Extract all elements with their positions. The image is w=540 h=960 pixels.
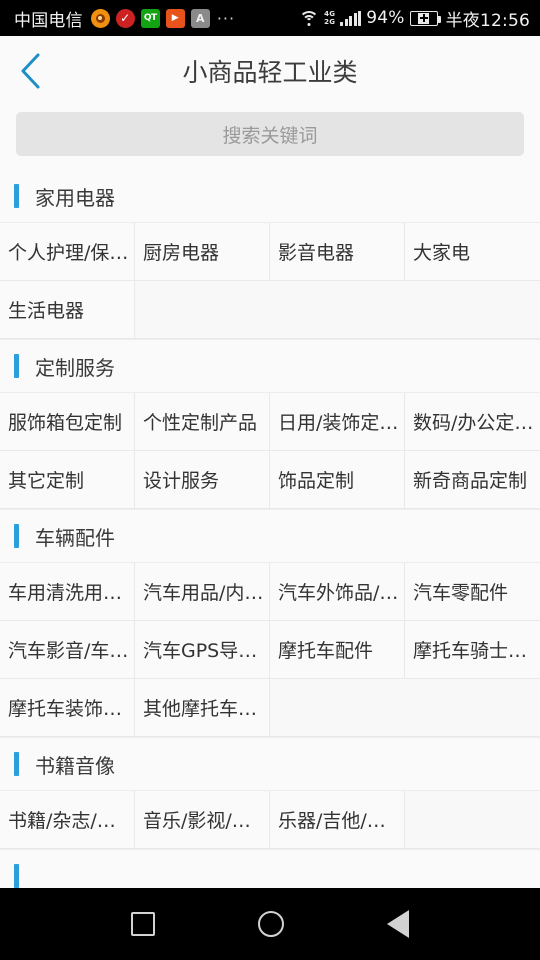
category-grid: 书籍/杂志/… 音乐/影视/… 乐器/吉他/… bbox=[0, 791, 540, 850]
section-title: 车辆配件 bbox=[35, 525, 115, 550]
back-button[interactable] bbox=[0, 36, 60, 106]
battery-charging-icon bbox=[409, 10, 441, 26]
system-nav-bar bbox=[0, 888, 540, 960]
category-cell-empty bbox=[405, 791, 540, 849]
category-cell[interactable]: 乐器/吉他/… bbox=[270, 791, 405, 849]
carrier-label: 中国电信 bbox=[14, 10, 83, 31]
category-cell[interactable]: 汽车影音/车… bbox=[0, 621, 135, 679]
network-type-label: 4G 2G bbox=[324, 10, 335, 26]
category-grid: 车用清洗用… 汽车用品/内… 汽车外饰品/… 汽车零配件 汽车影音/车… 汽车GPS导… 摩… bbox=[0, 563, 540, 738]
category-cell[interactable]: 服饰箱包定制 bbox=[0, 393, 135, 451]
home-circle-icon[interactable] bbox=[257, 911, 284, 937]
more-icons-ellipsis: ··· bbox=[216, 8, 236, 28]
section-header: 书籍音像 bbox=[0, 738, 540, 791]
category-cell[interactable]: 车用清洗用… bbox=[0, 563, 135, 621]
category-cell[interactable]: 其他摩托车… bbox=[135, 679, 270, 737]
category-cell[interactable]: 生活电器 bbox=[0, 281, 135, 339]
search-input[interactable]: 搜索关键词 bbox=[16, 112, 524, 156]
category-cell[interactable]: 汽车GPS导… bbox=[135, 621, 270, 679]
category-cell[interactable]: 个性定制产品 bbox=[135, 393, 270, 451]
category-cell-empty bbox=[135, 281, 270, 339]
chevron-left-icon bbox=[21, 53, 40, 89]
category-cell[interactable]: 日用/装饰定… bbox=[270, 393, 405, 451]
category-cell[interactable]: 其它定制 bbox=[0, 451, 135, 509]
app-bar: 小商品轻工业类 bbox=[0, 36, 540, 106]
wifi-icon bbox=[299, 10, 320, 26]
section-header: 定制服务 bbox=[0, 340, 540, 393]
category-grid: 个人护理/保… 厨房电器 影音电器 大家电生活电器 bbox=[0, 223, 540, 340]
category-cell[interactable]: 新奇商品定制 bbox=[405, 451, 540, 509]
category-cell[interactable]: 数码/办公定… bbox=[405, 393, 540, 451]
section-title: 家用电器 bbox=[35, 185, 115, 210]
category-scroll-area[interactable]: 家用电器个人护理/保… 厨房电器 影音电器 大家电生活电器定制服务服饰箱包定制 个性定制… bbox=[0, 170, 540, 948]
clock-label: 半夜12:56 bbox=[445, 10, 530, 31]
status-bar: 中国电信 ✓ QT ▶ A ··· 4G 2G 94% 半夜12:56 bbox=[0, 0, 540, 36]
app-root: 中国电信 ✓ QT ▶ A ··· 4G 2G 94% 半夜12:56 小商品轻… bbox=[0, 0, 540, 960]
category-cell[interactable]: 饰品定制 bbox=[270, 451, 405, 509]
section-accent-bar bbox=[14, 524, 19, 548]
section-title: 书籍音像 bbox=[35, 753, 115, 778]
section-accent-bar bbox=[14, 864, 19, 888]
section-accent-bar bbox=[14, 354, 19, 378]
category-cell[interactable]: 汽车用品/内… bbox=[135, 563, 270, 621]
category-cell-empty bbox=[405, 679, 540, 737]
category-grid: 服饰箱包定制 个性定制产品 日用/装饰定… 数码/办公定… 其它定制 设计服务 饰品定制 新奇… bbox=[0, 393, 540, 510]
status-bar-right: 4G 2G 94% 半夜12:56 bbox=[299, 6, 530, 31]
recents-square-icon[interactable] bbox=[131, 912, 156, 936]
category-cell[interactable]: 厨房电器 bbox=[135, 223, 270, 281]
section-accent-bar bbox=[14, 184, 19, 208]
page-title: 小商品轻工业类 bbox=[182, 58, 358, 87]
signal-bars-icon bbox=[340, 10, 362, 26]
category-cell[interactable]: 书籍/杂志/… bbox=[0, 791, 135, 849]
category-cell-empty bbox=[270, 281, 405, 339]
section-header: 家用电器 bbox=[0, 170, 540, 223]
category-cell-empty bbox=[405, 281, 540, 339]
category-cell[interactable]: 音乐/影视/… bbox=[135, 791, 270, 849]
network-type-top: 4G bbox=[324, 10, 336, 18]
category-cell[interactable]: 个人护理/保… bbox=[0, 223, 135, 281]
status-bar-left: 中国电信 ✓ QT ▶ A ··· bbox=[14, 6, 235, 31]
category-cell[interactable]: 汽车零配件 bbox=[405, 563, 540, 621]
qt-app-icon: QT bbox=[140, 8, 160, 28]
letter-a-app-icon: A bbox=[190, 8, 210, 28]
category-cell[interactable]: 大家电 bbox=[405, 223, 540, 281]
category-cell[interactable]: 摩托车骑士… bbox=[405, 621, 540, 679]
category-cell[interactable]: 汽车外饰品/… bbox=[270, 563, 405, 621]
section-title: 定制服务 bbox=[35, 355, 115, 380]
section-header: 车辆配件 bbox=[0, 510, 540, 563]
category-cell-empty bbox=[270, 679, 405, 737]
category-cell[interactable]: 摩托车配件 bbox=[270, 621, 405, 679]
back-triangle-icon[interactable] bbox=[386, 910, 409, 938]
category-cell[interactable]: 影音电器 bbox=[270, 223, 405, 281]
search-bar-container: 搜索关键词 bbox=[0, 106, 540, 170]
play-app-icon: ▶ bbox=[165, 8, 185, 28]
category-cell[interactable]: 摩托车装饰… bbox=[0, 679, 135, 737]
battery-percent-label: 94% bbox=[366, 8, 405, 28]
check-circle-icon: ✓ bbox=[115, 8, 135, 28]
category-cell[interactable]: 设计服务 bbox=[135, 451, 270, 509]
weibo-icon bbox=[90, 8, 110, 28]
section-accent-bar bbox=[14, 752, 19, 776]
network-type-bottom: 2G bbox=[324, 18, 336, 26]
